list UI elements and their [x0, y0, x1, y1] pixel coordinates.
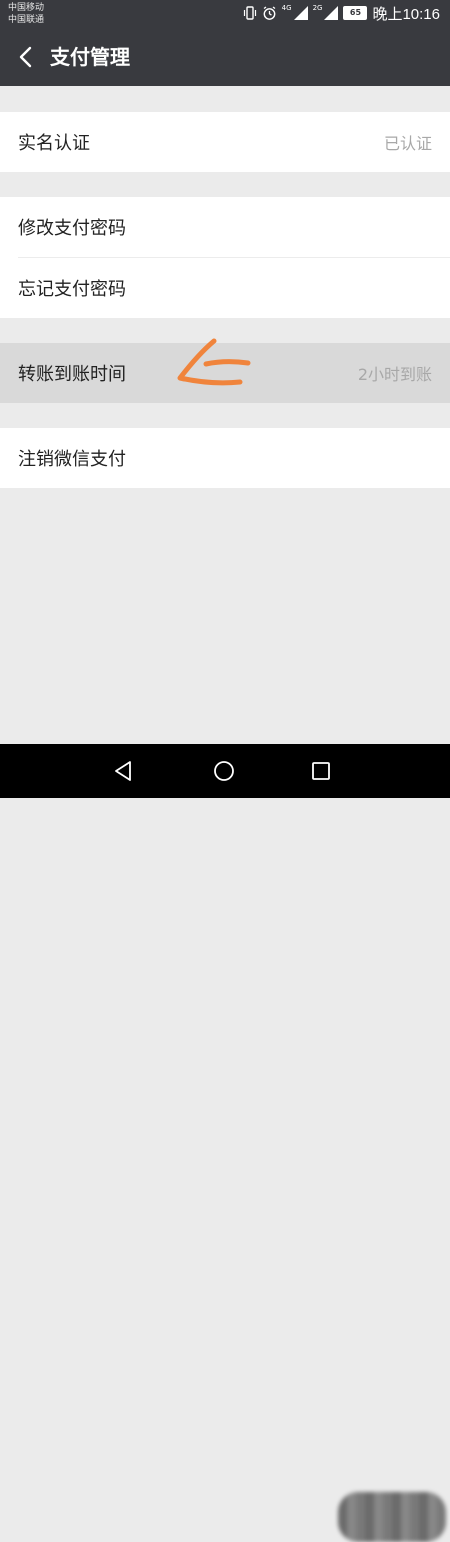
row-value: 已认证	[383, 134, 432, 153]
row-cancel-wechat-pay[interactable]: 注销微信支付	[0, 428, 450, 488]
signal-4g-icon	[293, 6, 308, 20]
chevron-left-icon	[19, 46, 32, 68]
signal-2g-icon	[324, 6, 339, 20]
section-verification: 实名认证 已认证	[0, 112, 450, 172]
triangle-back-icon	[115, 761, 131, 781]
network-2g-label: 2G	[312, 4, 323, 12]
section-cancel: 注销微信支付	[0, 428, 450, 488]
row-change-password[interactable]: 修改支付密码	[0, 197, 450, 257]
battery-icon: 65	[343, 6, 368, 20]
alarm-icon	[262, 5, 277, 21]
page-title: 支付管理	[50, 45, 130, 69]
back-button[interactable]	[8, 40, 42, 74]
row-label: 修改支付密码	[18, 218, 126, 239]
system-nav-bar	[0, 744, 450, 1542]
status-bar: 中国移动 中国联通 4G 2G 65 晚上10:16	[0, 0, 450, 28]
section-transfer: 转账到账时间 2小时到账	[0, 343, 450, 403]
carrier-info: 中国移动 中国联通	[8, 2, 44, 26]
row-label: 转账到账时间	[18, 364, 126, 385]
square-recent-icon	[312, 762, 330, 780]
app-header: 支付管理	[0, 28, 450, 86]
row-label: 注销微信支付	[18, 449, 126, 470]
row-label: 忘记支付密码	[18, 279, 126, 300]
circle-home-icon	[214, 761, 234, 781]
blur-overlay	[338, 1492, 446, 1542]
nav-home-button[interactable]	[209, 756, 239, 786]
row-value: 2小时到账	[357, 365, 432, 384]
row-label: 实名认证	[18, 133, 90, 154]
vibrate-icon	[243, 6, 257, 20]
row-real-name-verification[interactable]: 实名认证 已认证	[0, 112, 450, 172]
row-forgot-password[interactable]: 忘记支付密码	[0, 258, 450, 318]
row-transfer-time[interactable]: 转账到账时间 2小时到账	[0, 343, 450, 403]
section-password: 修改支付密码 忘记支付密码	[0, 197, 450, 318]
nav-back-button[interactable]	[108, 756, 138, 786]
carrier-1: 中国移动	[8, 3, 45, 13]
status-icons: 4G 2G 65 晚上10:16	[243, 4, 440, 23]
clock: 晚上10:16	[372, 5, 440, 23]
nav-recent-button[interactable]	[306, 756, 336, 786]
network-4g-label: 4G	[281, 4, 292, 12]
carrier-2: 中国联通	[8, 15, 45, 25]
